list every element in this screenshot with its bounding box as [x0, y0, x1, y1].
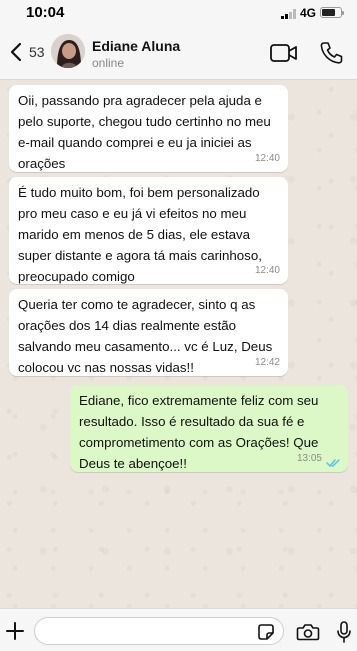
back-button[interactable]: 53 — [8, 40, 45, 66]
message-input[interactable] — [34, 617, 284, 645]
battery-icon — [320, 7, 344, 18]
status-time: 10:04 — [26, 4, 65, 21]
chat-area[interactable]: Oii, passando pra agradecer pela ajuda e… — [0, 80, 357, 608]
message-text: Queria ter como te agradecer, sinto q as… — [18, 297, 273, 375]
sticker-icon — [258, 624, 274, 640]
avatar-photo — [51, 34, 85, 68]
contact-name[interactable]: Ediane Aluna — [92, 38, 180, 54]
microphone-icon — [337, 621, 351, 643]
camera-button[interactable] — [296, 622, 320, 642]
network-label: 4G — [300, 6, 317, 20]
message-outgoing[interactable]: Ediane, fico extremamente feliz com seu … — [70, 385, 348, 472]
message-time: 12:40 — [254, 265, 280, 276]
message-incoming[interactable]: Oii, passando pra agradecer pela ajuda e… — [9, 85, 288, 172]
input-bar — [0, 608, 357, 651]
message-text: Oii, passando pra agradecer pela ajuda e… — [18, 93, 271, 171]
plus-icon — [6, 622, 24, 640]
message-time: 12:40 — [254, 153, 280, 164]
message-time: 13:05 — [296, 453, 322, 464]
read-ticks-icon — [326, 459, 340, 467]
camera-icon — [296, 624, 320, 641]
attach-button[interactable] — [5, 621, 25, 641]
battery-level — [322, 9, 335, 16]
chat-header: 53 Ediane Aluna online — [0, 26, 357, 80]
sticker-button[interactable] — [257, 623, 275, 641]
message-text: É tudo muito bom, foi bem personalizado … — [18, 185, 262, 284]
avatar[interactable] — [51, 34, 85, 68]
status-bar: 10:04 4G — [0, 0, 357, 26]
microphone-button[interactable] — [336, 620, 352, 644]
signal-icon — [281, 9, 296, 19]
chevron-left-icon — [10, 42, 22, 62]
message-text: Ediane, fico extremamente feliz com seu … — [79, 393, 319, 471]
voice-call-button[interactable] — [318, 40, 344, 66]
message-incoming[interactable]: É tudo muito bom, foi bem personalizado … — [9, 177, 288, 284]
message-incoming[interactable]: Queria ter como te agradecer, sinto q as… — [9, 289, 288, 376]
message-time: 12:42 — [254, 357, 280, 368]
phone-icon — [320, 42, 343, 64]
unread-count: 53 — [29, 44, 45, 60]
video-camera-icon — [270, 44, 297, 62]
video-call-button[interactable] — [269, 42, 299, 64]
contact-status: online — [92, 56, 125, 70]
